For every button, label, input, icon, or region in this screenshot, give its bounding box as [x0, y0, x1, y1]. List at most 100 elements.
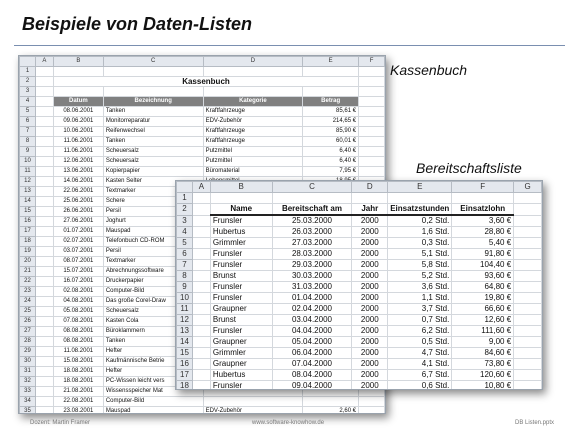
- wage-cell[interactable]: 28,80 €: [451, 226, 515, 238]
- row-number[interactable]: 32: [19, 376, 36, 387]
- wage-cell[interactable]: 10,80 €: [451, 380, 515, 389]
- description-cell[interactable]: Scheuersalz: [102, 146, 204, 157]
- cell[interactable]: [191, 192, 211, 204]
- row-number[interactable]: 6: [19, 116, 36, 127]
- year-cell[interactable]: 2000: [351, 259, 389, 271]
- row-number[interactable]: 1: [19, 66, 36, 77]
- date-cell[interactable]: 07.08.2001: [52, 316, 104, 327]
- name-cell[interactable]: Brunst: [209, 270, 273, 282]
- column-header[interactable]: E: [387, 181, 453, 193]
- category-cell[interactable]: [202, 396, 304, 407]
- date-cell[interactable]: 29.03.2000: [271, 259, 353, 271]
- wage-cell[interactable]: 64,80 €: [451, 281, 515, 293]
- column-header[interactable]: A: [34, 56, 54, 67]
- category-cell[interactable]: Kraftfahrzeuge: [202, 136, 304, 147]
- row-number[interactable]: 7: [176, 259, 193, 271]
- date-cell[interactable]: 23.08.2001: [52, 406, 104, 413]
- hours-cell[interactable]: 0,3 Std.: [387, 237, 453, 249]
- date-cell[interactable]: 08.08.2001: [52, 336, 104, 347]
- row-number[interactable]: 31: [19, 366, 36, 377]
- column-header[interactable]: G: [513, 181, 542, 193]
- category-cell[interactable]: Putzmittel: [202, 146, 304, 157]
- row-number[interactable]: 1: [176, 192, 193, 204]
- date-cell[interactable]: 26.03.2000: [271, 226, 353, 238]
- row-number[interactable]: 16: [176, 358, 193, 370]
- column-header[interactable]: D: [202, 56, 304, 67]
- amount-cell[interactable]: 60,01 €: [302, 136, 360, 147]
- amount-cell[interactable]: 6,40 €: [302, 156, 360, 167]
- name-cell[interactable]: Grimmler: [209, 237, 273, 249]
- date-cell[interactable]: 02.08.2001: [52, 286, 104, 297]
- row-number[interactable]: 16: [19, 216, 36, 227]
- year-cell[interactable]: 2000: [351, 358, 389, 370]
- date-cell[interactable]: 16.07.2001: [52, 276, 104, 287]
- cell[interactable]: [52, 86, 104, 97]
- date-cell[interactable]: 15.07.2001: [52, 266, 104, 277]
- wage-cell[interactable]: 9,00 €: [451, 336, 515, 348]
- date-cell[interactable]: 05.08.2001: [52, 306, 104, 317]
- category-cell[interactable]: Kraftfahrzeuge: [202, 126, 304, 137]
- year-cell[interactable]: 2000: [351, 325, 389, 337]
- row-number[interactable]: 12: [19, 176, 36, 187]
- hours-cell[interactable]: 0,2 Std.: [387, 214, 453, 227]
- year-cell[interactable]: 2000: [351, 369, 389, 381]
- cell[interactable]: [209, 192, 273, 204]
- date-cell[interactable]: 21.08.2001: [52, 386, 104, 397]
- name-cell[interactable]: Brunst: [209, 314, 273, 326]
- category-cell[interactable]: Büromaterial: [202, 166, 304, 177]
- hours-cell[interactable]: 4,7 Std.: [387, 347, 453, 359]
- row-number[interactable]: 25: [19, 306, 36, 317]
- date-cell[interactable]: 08.04.2000: [271, 369, 353, 381]
- date-cell[interactable]: 12.06.2001: [52, 156, 104, 167]
- year-cell[interactable]: 2000: [351, 380, 389, 389]
- row-number[interactable]: 2: [19, 76, 36, 87]
- name-cell[interactable]: Frunsler: [209, 292, 273, 304]
- date-cell[interactable]: 11.06.2001: [52, 136, 104, 147]
- date-cell[interactable]: 27.03.2000: [271, 237, 353, 249]
- hours-cell[interactable]: 3,7 Std.: [387, 303, 453, 315]
- year-cell[interactable]: 2000: [351, 214, 389, 227]
- row-number[interactable]: 9: [176, 281, 193, 293]
- row-number[interactable]: 13: [176, 325, 193, 337]
- hours-cell[interactable]: 6,7 Std.: [387, 369, 453, 381]
- wage-cell[interactable]: 73,80 €: [451, 358, 515, 370]
- wage-cell[interactable]: 66,60 €: [451, 303, 515, 315]
- cell[interactable]: [351, 192, 389, 204]
- hours-cell[interactable]: 0,6 Std.: [387, 380, 453, 389]
- description-cell[interactable]: Computer-Bild: [102, 396, 204, 407]
- row-number[interactable]: 35: [19, 406, 36, 413]
- cell[interactable]: [387, 192, 453, 204]
- row-number[interactable]: 34: [19, 396, 36, 407]
- row-number[interactable]: 7: [19, 126, 36, 137]
- cell[interactable]: [202, 86, 304, 97]
- amount-cell[interactable]: 7,95 €: [302, 166, 360, 177]
- amount-cell[interactable]: 85,61 €: [302, 106, 360, 117]
- row-number[interactable]: 23: [19, 286, 36, 297]
- row-number[interactable]: 8: [176, 270, 193, 282]
- cell[interactable]: [102, 66, 204, 77]
- cell[interactable]: [34, 86, 54, 97]
- date-cell[interactable]: 04.08.2001: [52, 296, 104, 307]
- date-cell[interactable]: 06.04.2000: [271, 347, 353, 359]
- row-number[interactable]: 6: [176, 248, 193, 260]
- date-cell[interactable]: 02.07.2001: [52, 236, 104, 247]
- row-number[interactable]: 28: [19, 336, 36, 347]
- column-header[interactable]: A: [191, 181, 211, 193]
- cell[interactable]: [202, 66, 304, 77]
- date-cell[interactable]: 22.06.2001: [52, 186, 104, 197]
- date-cell[interactable]: 05.04.2000: [271, 336, 353, 348]
- row-number[interactable]: 9: [19, 146, 36, 157]
- name-cell[interactable]: Frunsler: [209, 281, 273, 293]
- cell[interactable]: [271, 192, 353, 204]
- row-number[interactable]: 14: [19, 196, 36, 207]
- date-cell[interactable]: 08.07.2001: [52, 256, 104, 267]
- row-number[interactable]: 18: [19, 236, 36, 247]
- date-cell[interactable]: 31.03.2000: [271, 281, 353, 293]
- name-cell[interactable]: Frunsler: [209, 259, 273, 271]
- date-cell[interactable]: 18.08.2001: [52, 366, 104, 377]
- name-cell[interactable]: Frunsler: [209, 380, 273, 389]
- select-all-corner[interactable]: [19, 56, 36, 67]
- row-number[interactable]: 2: [176, 203, 193, 216]
- description-cell[interactable]: Mauspad: [102, 406, 204, 413]
- name-cell[interactable]: Grimmler: [209, 347, 273, 359]
